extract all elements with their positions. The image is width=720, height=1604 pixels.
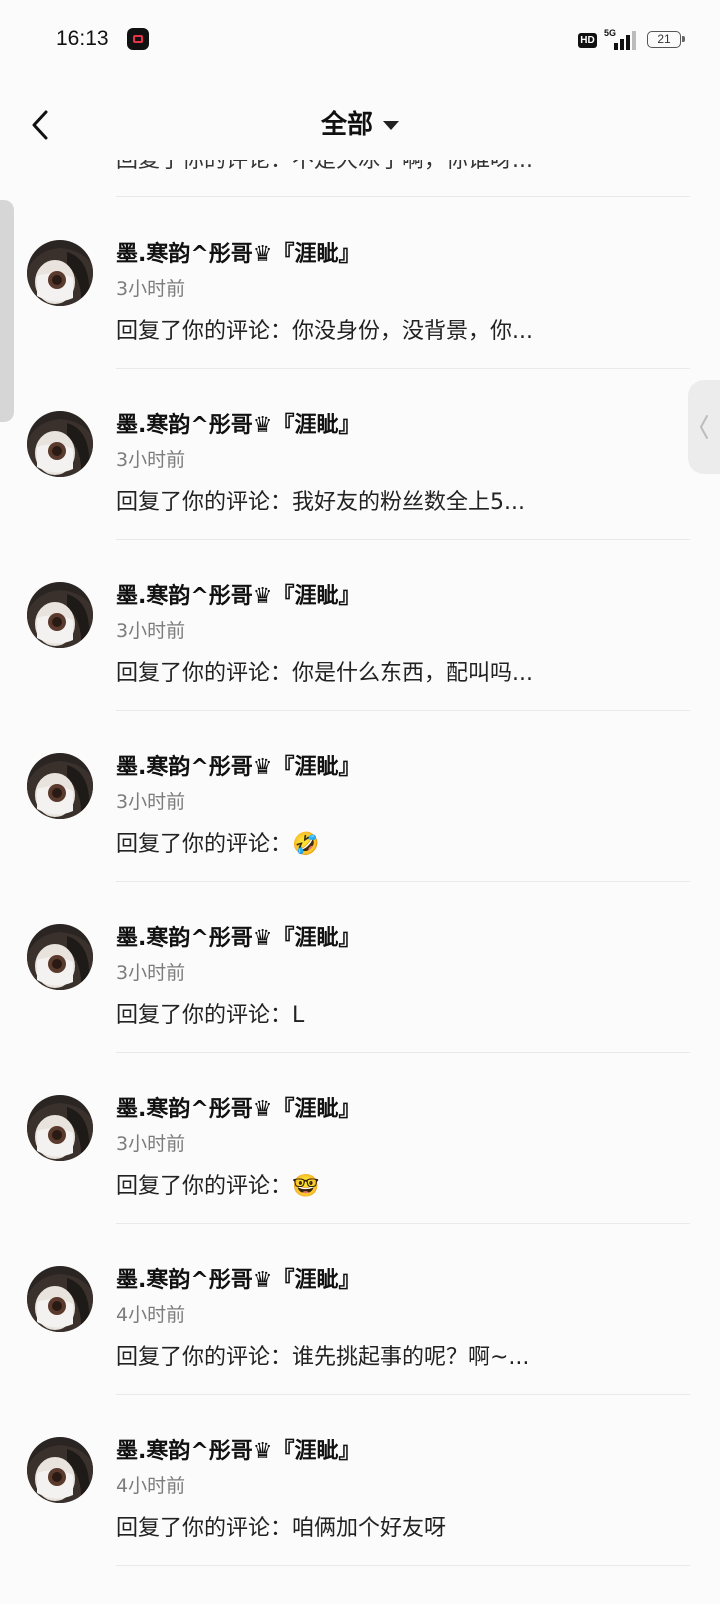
comment-text: 回复了你的评论：你是什么东西，配叫吗... [116, 661, 533, 686]
list-item[interactable]: 墨.寒韵^彤哥♛『涯眦』 4小时前 回复了你的评论：谁先挑起事的呢？啊~... [27, 1224, 690, 1395]
user-name[interactable]: 墨.寒韵^彤哥♛『涯眦』 [116, 1433, 361, 1465]
battery-level: 21 [657, 32, 671, 46]
filter-dropdown[interactable]: 全部 [0, 104, 720, 141]
battery-icon: 21 [647, 31, 685, 48]
screen-record-icon [127, 28, 149, 50]
right-edge-handle[interactable] [688, 380, 720, 474]
network-label: 5G [604, 28, 617, 38]
list-item[interactable]: 墨.寒韵^彤哥♛『涯眦』 3小时前 回复了你的评论：L [27, 882, 690, 1053]
list-item[interactable]: 墨.寒韵^彤哥♛『涯眦』 3小时前 回复了你的评论：🤣 [27, 711, 690, 882]
comment-text: 回复了你的评论：🤓 [116, 1174, 320, 1199]
comment-text: 回复了你的评论：我好友的粉丝数全上5... [116, 490, 525, 515]
avatar[interactable] [27, 753, 93, 819]
avatar[interactable] [27, 924, 93, 990]
comment-text: 回复了你的评论：咱俩加个好友呀 [116, 1516, 447, 1541]
left-edge-handle[interactable] [0, 200, 14, 422]
status-time: 16:13 [56, 27, 109, 50]
avatar[interactable] [27, 582, 93, 648]
signal-icon: 5G [604, 28, 636, 50]
user-name[interactable]: 墨.寒韵^彤哥♛『涯眦』 [116, 578, 361, 610]
timestamp: 4小时前 [116, 1304, 186, 1326]
avatar[interactable] [27, 1437, 93, 1503]
timestamp: 3小时前 [116, 449, 186, 471]
list: 墨.寒韵^彤哥♛『涯眦』 3小时前 回复了你的评论：你没身份，没背景，你... … [0, 198, 720, 1566]
chevron-left-icon [699, 415, 708, 439]
user-name[interactable]: 墨.寒韵^彤哥♛『涯眦』 [116, 1262, 361, 1294]
timestamp: 3小时前 [116, 791, 186, 813]
list-item[interactable]: 墨.寒韵^彤哥♛『涯眦』 4小时前 回复了你的评论：咱俩加个好友呀 [27, 1395, 690, 1566]
user-name[interactable]: 墨.寒韵^彤哥♛『涯眦』 [116, 1091, 361, 1123]
divider [116, 196, 690, 197]
list-item-partial[interactable]: 回复了你的评论：不是大冰了啊，你谁呀... [116, 160, 533, 178]
hd-icon: HD [578, 33, 597, 48]
timestamp: 3小时前 [116, 1133, 186, 1155]
user-name[interactable]: 墨.寒韵^彤哥♛『涯眦』 [116, 749, 361, 781]
timestamp: 3小时前 [116, 278, 186, 300]
caret-down-icon [383, 121, 399, 130]
avatar[interactable] [27, 240, 93, 306]
avatar[interactable] [27, 1266, 93, 1332]
list-item[interactable]: 墨.寒韵^彤哥♛『涯眦』 3小时前 回复了你的评论：你没身份，没背景，你... [27, 198, 690, 369]
comment-text: 回复了你的评论：谁先挑起事的呢？啊~... [116, 1345, 530, 1370]
avatar[interactable] [27, 1095, 93, 1161]
notification-list[interactable]: 回复了你的评论：不是大冰了啊，你谁呀... 墨.寒韵^彤哥♛『涯眦』 3小时前 … [0, 160, 720, 1604]
list-item[interactable]: 墨.寒韵^彤哥♛『涯眦』 3小时前 回复了你的评论：🤓 [27, 1053, 690, 1224]
avatar[interactable] [27, 411, 93, 477]
header: 全部 [0, 90, 720, 160]
user-name[interactable]: 墨.寒韵^彤哥♛『涯眦』 [116, 407, 361, 439]
list-item[interactable]: 墨.寒韵^彤哥♛『涯眦』 3小时前 回复了你的评论：我好友的粉丝数全上5... [27, 369, 690, 540]
comment-text: 回复了你的评论：不是大冰了啊，你谁呀... [116, 160, 533, 173]
list-item[interactable]: 墨.寒韵^彤哥♛『涯眦』 3小时前 回复了你的评论：你是什么东西，配叫吗... [27, 540, 690, 711]
status-bar: 16:13 HD 5G 21 [0, 0, 720, 80]
comment-text: 回复了你的评论：你没身份，没背景，你... [116, 319, 533, 344]
user-name[interactable]: 墨.寒韵^彤哥♛『涯眦』 [116, 236, 361, 268]
user-name[interactable]: 墨.寒韵^彤哥♛『涯眦』 [116, 920, 361, 952]
timestamp: 3小时前 [116, 962, 186, 984]
timestamp: 4小时前 [116, 1475, 186, 1497]
comment-text: 回复了你的评论：L [116, 1003, 305, 1028]
page-title: 全部 [320, 110, 373, 140]
comment-text: 回复了你的评论：🤣 [116, 832, 320, 857]
timestamp: 3小时前 [116, 620, 186, 642]
